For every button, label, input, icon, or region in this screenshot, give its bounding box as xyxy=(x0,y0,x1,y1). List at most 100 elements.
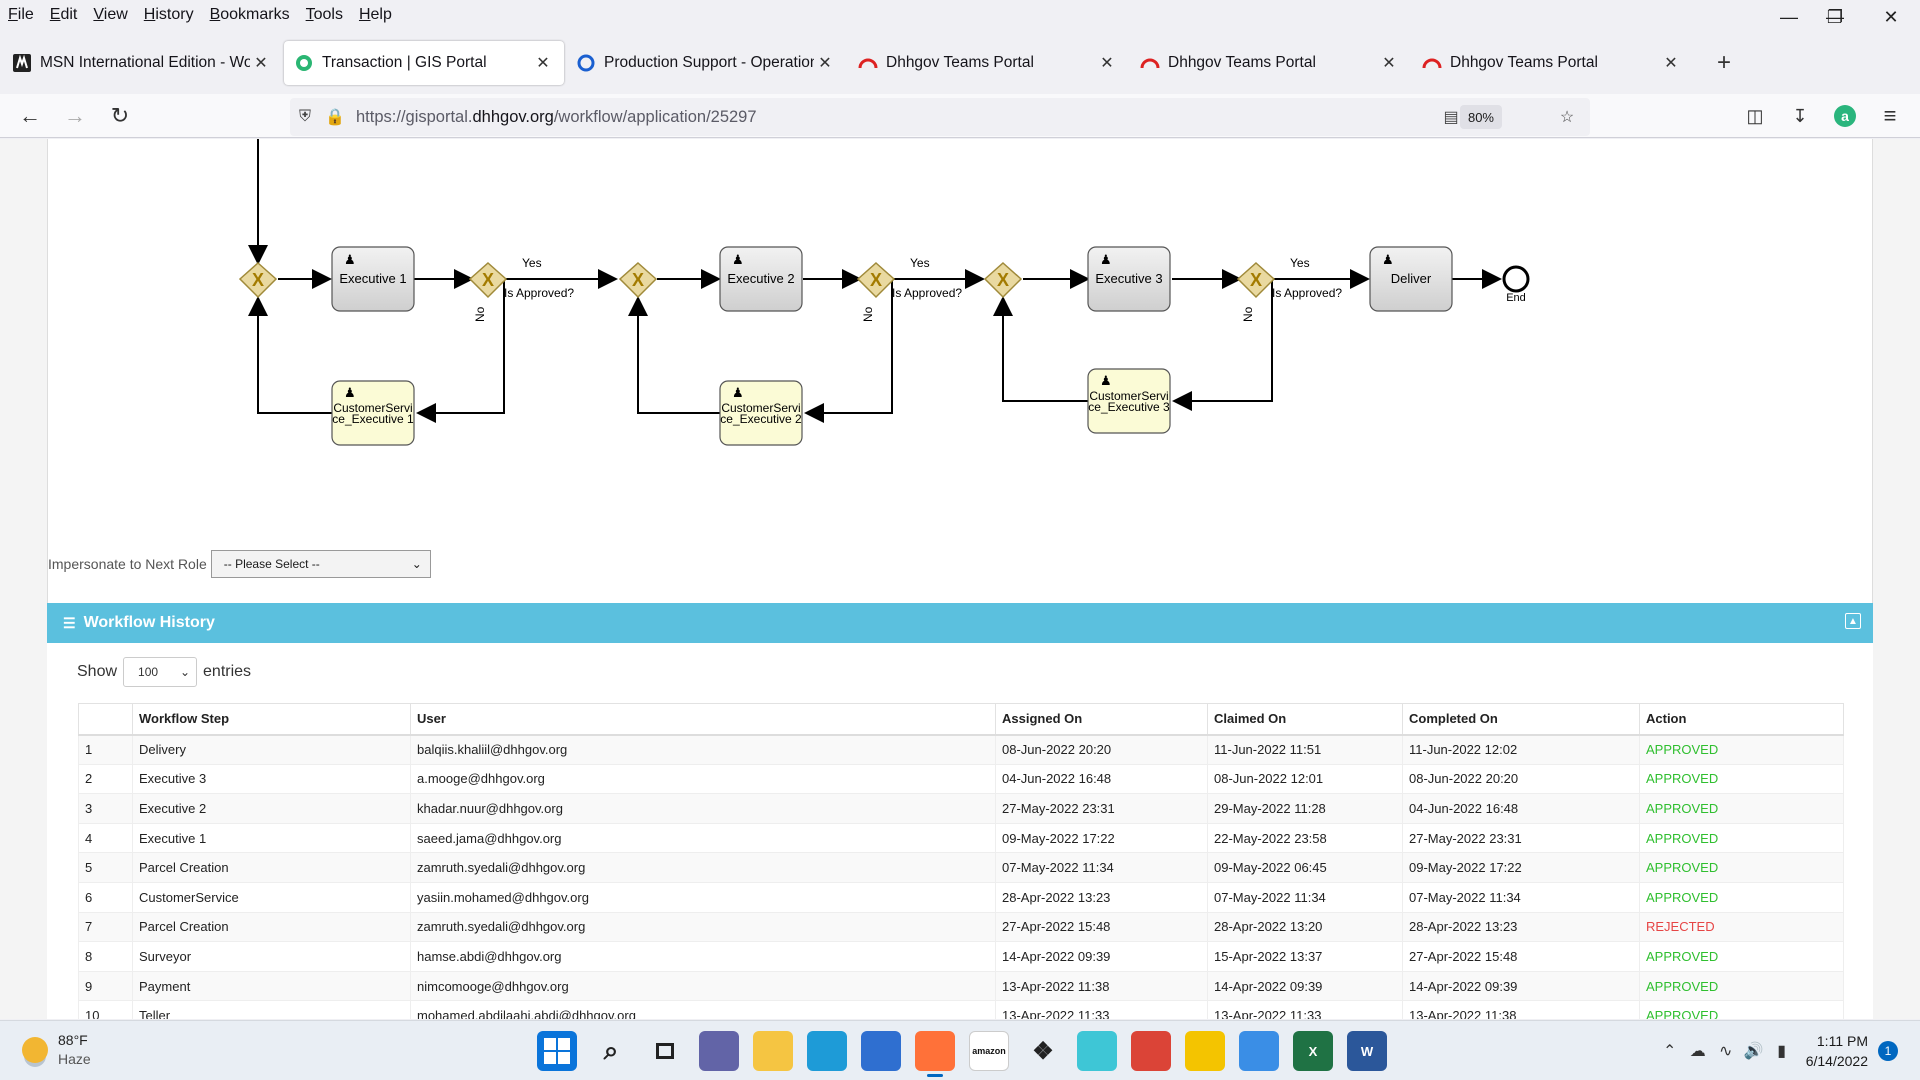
reload-button[interactable]: ↻ xyxy=(100,94,140,138)
shield-icon[interactable]: ⛨ xyxy=(290,108,320,126)
close-tab-icon[interactable]: ✕ xyxy=(1660,53,1682,73)
tab-msn[interactable]: MSN International Edition - World ✕ xyxy=(2,41,282,85)
tab-production-support[interactable]: Production Support - Operation ✕ xyxy=(566,41,846,85)
tab-teams-portal-1[interactable]: Dhhgov Teams Portal ✕ xyxy=(848,41,1128,85)
firefox-icon[interactable] xyxy=(915,1031,955,1077)
zoom-level[interactable]: 80% xyxy=(1459,105,1502,129)
amazon-icon[interactable]: amazon xyxy=(969,1031,1009,1071)
close-tab-icon[interactable]: ✕ xyxy=(532,53,554,73)
search-icon[interactable]: ⌕ xyxy=(591,1031,631,1071)
task-customer-service-1[interactable]: ♟CustomerService_Executive 1 xyxy=(331,380,415,446)
tab-teams-portal-2[interactable]: Dhhgov Teams Portal ✕ xyxy=(1130,41,1410,85)
menu-help[interactable]: Help xyxy=(351,6,400,24)
close-window-button[interactable]: ✕ xyxy=(1868,0,1914,34)
cell-assigned: 07-May-2022 11:34 xyxy=(995,852,1208,883)
table-row[interactable]: 9 Payment nimcomooge@dhhgov.org 13-Apr-2022… xyxy=(78,971,1844,1002)
wifi-icon[interactable]: ∿ xyxy=(1712,1041,1740,1061)
column-header-completed[interactable]: Completed On xyxy=(1402,703,1640,736)
weather-widget[interactable]: 88°F Haze xyxy=(22,1031,91,1069)
edge-icon[interactable] xyxy=(807,1031,847,1071)
task-customer-service-2[interactable]: ♟CustomerService_Executive 2 xyxy=(719,380,803,446)
table-row[interactable]: 7 Parcel Creation zamruth.syedali@dhhgov.o… xyxy=(78,912,1844,943)
cell-action: APPROVED xyxy=(1639,793,1844,824)
svg-text:Yes: Yes xyxy=(910,256,930,270)
workflow-history-header[interactable]: ☰ Workflow History ▲ xyxy=(47,603,1873,643)
table-row[interactable]: 6 CustomerService yasiin.mohamed@dhhgov.or… xyxy=(78,882,1844,913)
close-tab-icon[interactable]: ✕ xyxy=(1378,53,1400,73)
table-row[interactable]: 10 Teller mohamed.abdilaahi.abdi@dhhgov.or… xyxy=(78,1000,1844,1019)
cell-action: APPROVED xyxy=(1639,941,1844,972)
pocket-icon[interactable]: ◫ xyxy=(1735,94,1775,138)
close-tab-icon[interactable]: ✕ xyxy=(250,53,272,73)
task-customer-service-3[interactable]: ♟CustomerService_Executive 3 xyxy=(1087,368,1171,434)
cell-assigned: 13-Apr-2022 11:33 xyxy=(995,1000,1208,1019)
column-header-claimed[interactable]: Claimed On xyxy=(1207,703,1403,736)
column-header-step[interactable]: Workflow Step xyxy=(132,703,411,736)
minimize-window-button[interactable]: — xyxy=(1766,0,1812,34)
table-row[interactable]: 5 Parcel Creation zamruth.syedali@dhhgov.o… xyxy=(78,852,1844,883)
menu-view[interactable]: View xyxy=(85,6,135,24)
account-avatar[interactable]: a xyxy=(1825,94,1865,138)
url-text[interactable]: https://gisportal.dhhgov.org/workflow/ap… xyxy=(356,108,757,127)
task-executive-1[interactable]: Executive 1 ♟ xyxy=(331,246,415,312)
impersonate-select[interactable]: -- Please Select -- ⌄ xyxy=(210,550,431,578)
battery-icon[interactable]: ▮ xyxy=(1768,1041,1796,1061)
gateway-2: X xyxy=(468,261,508,299)
menu-file[interactable]: File xyxy=(0,6,42,24)
table-row[interactable]: 4 Executive 1 saeed.jama@dhhgov.org 09-May-… xyxy=(78,823,1844,854)
reader-view-icon[interactable]: ▤ xyxy=(1436,107,1466,127)
entries-select[interactable]: 100 ⌄ xyxy=(123,657,198,687)
close-tab-icon[interactable]: ✕ xyxy=(1096,53,1118,73)
menu-history[interactable]: History xyxy=(136,6,202,24)
dropbox-icon[interactable]: ❖ xyxy=(1023,1031,1063,1071)
table-row[interactable]: 1 Delivery balqiis.khaliil@dhhgov.org 08-Ju… xyxy=(78,734,1844,765)
back-button[interactable]: ← xyxy=(10,94,50,138)
menu-edit[interactable]: Edit xyxy=(42,6,86,24)
table-row[interactable]: 3 Executive 2 khadar.nuur@dhhgov.org 27-May… xyxy=(78,793,1844,824)
file-explorer-icon[interactable] xyxy=(753,1031,793,1071)
collapse-icon[interactable]: ▲ xyxy=(1845,613,1861,629)
svg-text:X: X xyxy=(1250,270,1262,290)
onedrive-icon[interactable]: ☁ xyxy=(1684,1041,1712,1061)
cell-completed: 08-Jun-2022 20:20 xyxy=(1402,764,1640,795)
svg-text:Yes: Yes xyxy=(522,256,542,270)
close-tab-icon[interactable]: ✕ xyxy=(814,53,836,73)
column-header-assigned[interactable]: Assigned On xyxy=(995,703,1208,736)
new-tab-button[interactable]: + xyxy=(1704,43,1744,83)
cell-user: hamse.abdi@dhhgov.org xyxy=(410,941,996,972)
notification-badge[interactable]: 1 xyxy=(1878,1041,1898,1061)
store-icon[interactable] xyxy=(861,1031,901,1071)
menu-bookmarks[interactable]: Bookmarks xyxy=(202,6,298,24)
app-menu-icon[interactable]: ≡ xyxy=(1870,94,1910,138)
word-icon[interactable]: W xyxy=(1347,1031,1387,1071)
volume-icon[interactable]: 🔊 xyxy=(1740,1041,1768,1061)
column-header-action[interactable]: Action xyxy=(1639,703,1844,736)
forward-button[interactable]: → xyxy=(55,94,95,138)
notepad-icon[interactable] xyxy=(1239,1031,1279,1071)
excel-icon[interactable]: X xyxy=(1293,1031,1333,1071)
task-executive-2[interactable]: Executive 2 ♟ xyxy=(719,246,803,312)
column-header-index[interactable] xyxy=(78,703,133,736)
messenger-icon[interactable] xyxy=(1077,1031,1117,1071)
menu-tools[interactable]: Tools xyxy=(298,6,351,24)
norton-icon[interactable] xyxy=(1185,1031,1225,1071)
task-view-icon[interactable] xyxy=(645,1031,685,1071)
table-row[interactable]: 8 Surveyor hamse.abdi@dhhgov.org 14-Apr-202… xyxy=(78,941,1844,972)
task-executive-3[interactable]: Executive 3 ♟ xyxy=(1087,246,1171,312)
restore-window-button[interactable]: ❐ xyxy=(1812,0,1858,34)
address-bar[interactable]: ⛨ 🔒 https://gisportal.dhhgov.org/workflo… xyxy=(290,98,1590,136)
task-deliver[interactable]: Deliver ♟ xyxy=(1369,246,1453,312)
teams-chat-icon[interactable] xyxy=(699,1031,739,1071)
table-row[interactable]: 2 Executive 3 a.mooge@dhhgov.org 04-Jun-202… xyxy=(78,764,1844,795)
chevron-up-icon[interactable]: ⌃ xyxy=(1656,1041,1684,1061)
chrome-icon[interactable] xyxy=(1131,1031,1171,1071)
bookmark-star-icon[interactable]: ☆ xyxy=(1552,107,1582,127)
tab-gis-portal[interactable]: Transaction | GIS Portal ✕ xyxy=(284,41,564,85)
tab-teams-portal-3[interactable]: Dhhgov Teams Portal ✕ xyxy=(1412,41,1692,85)
column-header-user[interactable]: User xyxy=(410,703,996,736)
clock[interactable]: 1:11 PM 6/14/2022 xyxy=(1806,1031,1868,1071)
cell-user: zamruth.syedali@dhhgov.org xyxy=(410,912,996,943)
windows-start-icon[interactable] xyxy=(537,1031,577,1071)
lock-icon[interactable]: 🔒 xyxy=(320,107,350,127)
download-icon[interactable]: ↧ xyxy=(1780,94,1820,138)
